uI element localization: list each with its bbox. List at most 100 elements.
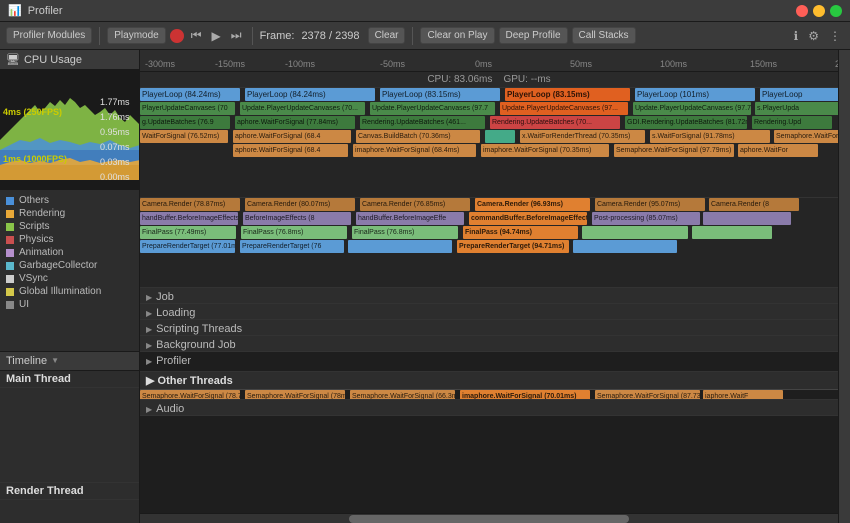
flame-bar-r4-6[interactable]: s.WaitForSignal (91.78ms)	[650, 130, 770, 143]
right-scrollbar[interactable]	[838, 50, 850, 523]
scrollbar-thumb[interactable]	[349, 515, 628, 523]
flame-bar-playerloop-4[interactable]: PlayerLoop (83.15ms)	[505, 88, 630, 101]
svg-text:0.03ms: 0.03ms	[100, 157, 130, 167]
flame-bar-r2-4[interactable]: Update.PlayerUpdateCanvases (97...	[500, 102, 628, 115]
render-bar-r4-4[interactable]: PrepareRenderTarget (94.71ms)	[457, 240, 569, 253]
render-bar-r1-1[interactable]: Camera.Render (78.87ms)	[140, 198, 240, 211]
flame-bar-playerloop-5[interactable]: PlayerLoop (101ms)	[635, 88, 755, 101]
other-bar-2[interactable]: Semaphore.WaitForSignal (78ms)	[245, 390, 345, 400]
render-bar-r3-1[interactable]: FinalPass (77.49ms)	[140, 226, 236, 239]
play-icon[interactable]: ▶	[209, 27, 224, 45]
ruler-100: 100ms	[660, 59, 687, 69]
maximize-button[interactable]	[830, 5, 842, 17]
timeline-content[interactable]: PlayerLoop (84.24ms) PlayerLoop (84.24ms…	[140, 88, 838, 513]
call-stacks-button[interactable]: Call Stacks	[572, 27, 636, 44]
svg-text:1.76ms: 1.76ms	[100, 112, 130, 122]
more-icon[interactable]: ⋮	[826, 27, 844, 45]
flame-bar-r4-3[interactable]: Canvas.BuildBatch (70.36ms)	[356, 130, 480, 143]
flame-bar-r3-1[interactable]: g.UpdateBatches (76.9	[140, 116, 230, 129]
other-threads-header: ▶ Other Threads	[140, 372, 838, 390]
flame-bar-r4-1[interactable]: WaitForSignal (76.52ms)	[140, 130, 228, 143]
flame-bar-playerloop-1[interactable]: PlayerLoop (84.24ms)	[140, 88, 240, 101]
svg-text:1ms (1000FPS): 1ms (1000FPS)	[3, 154, 67, 164]
render-bar-r4-2[interactable]: PrepareRenderTarget (76	[240, 240, 344, 253]
ruler-150: 150ms	[750, 59, 777, 69]
render-bar-r2-5[interactable]: Post-processing (85.07ms)	[592, 212, 700, 225]
render-bar-r3-4[interactable]: FinalPass (94.74ms)	[463, 226, 578, 239]
audio-header[interactable]: Audio	[140, 400, 838, 416]
render-bar-r2-1[interactable]: handBuffer.BeforeImageEffects (8	[140, 212, 238, 225]
flame-bar-r2-2[interactable]: Update.PlayerUpdateCanvases (70...	[240, 102, 365, 115]
render-bar-r3-6[interactable]	[692, 226, 772, 239]
step-back-icon[interactable]: ⏮	[188, 26, 205, 45]
flame-bar-r4-7[interactable]: Semaphore.WaitFor	[774, 130, 838, 143]
flame-bar-playerloop-2[interactable]: PlayerLoop (84.24ms)	[245, 88, 375, 101]
render-bar-r1-4[interactable]: Camera.Render (96.93ms)	[475, 198, 590, 211]
flame-bar-r3-4[interactable]: Rendering.UpdateBatches (70...	[490, 116, 620, 129]
settings-icon[interactable]: ⚙	[805, 27, 822, 45]
render-bar-r2-2[interactable]: BeforeImageEffects (8	[243, 212, 351, 225]
loading-header[interactable]: Loading	[140, 304, 838, 320]
render-thread-row: Camera.Render (78.87ms) Camera.Render (8…	[140, 198, 838, 288]
flame-bar-r2-6[interactable]: s.PlayerUpda	[755, 102, 838, 115]
info-icon[interactable]: ℹ	[791, 27, 802, 45]
close-button[interactable]	[796, 5, 808, 17]
render-bar-r1-2[interactable]: Camera.Render (80.07ms)	[245, 198, 355, 211]
flame-bar-r2-5[interactable]: Update.PlayerUpdateCanvases (97.7ms	[633, 102, 751, 115]
flame-bar-r4-4[interactable]	[485, 130, 515, 143]
flame-bar-r5-5[interactable]: aphore.WaitFor	[738, 144, 818, 157]
render-bar-r2-4[interactable]: commandBuffer.BeforeImageEffects (95.09m…	[469, 212, 587, 225]
flame-bar-r5-3[interactable]: imaphore.WaitForSignal (70.35ms)	[481, 144, 609, 157]
separator-1	[99, 27, 100, 45]
job-header[interactable]: Job	[140, 288, 838, 304]
render-bar-r1-3[interactable]: Camera.Render (76.85ms)	[360, 198, 470, 211]
flame-row-3: g.UpdateBatches (76.9 aphore.WaitForSign…	[140, 116, 838, 130]
minimize-button[interactable]	[813, 5, 825, 17]
flame-bar-r2-1[interactable]: PlayerUpdateCanvases (70	[140, 102, 235, 115]
playmode-button[interactable]: Playmode	[107, 27, 165, 44]
flame-bar-r5-4[interactable]: Semaphore.WaitForSignal (97.79ms)	[614, 144, 734, 157]
flame-bar-r3-6[interactable]: Rendering.Upd	[752, 116, 832, 129]
other-bar-3[interactable]: Semaphore.WaitForSignal (66.3ms)	[350, 390, 455, 400]
other-bar-6[interactable]: iaphore.WaitF	[703, 390, 783, 400]
flame-bar-r4-2[interactable]: aphore.WaitForSignal (68.4	[233, 130, 351, 143]
profiler-modules-button[interactable]: Profiler Modules	[6, 27, 92, 44]
profiler-header[interactable]: Profiler	[140, 352, 838, 370]
render-bar-r4-3[interactable]	[348, 240, 452, 253]
step-forward-icon[interactable]: ⏭	[228, 26, 245, 45]
render-bar-r4-5[interactable]	[573, 240, 677, 253]
render-bar-r3-5[interactable]	[582, 226, 688, 239]
flame-bar-playerloop-6[interactable]: PlayerLoop	[760, 88, 838, 101]
thread-labels: Main Thread Render Thread Job Loading Sc…	[0, 371, 139, 523]
separator-3	[412, 27, 413, 45]
render-bar-r3-2[interactable]: FinalPass (76.8ms)	[241, 226, 347, 239]
background-header[interactable]: Background Job	[140, 336, 838, 352]
legend-label-gc: GarbageCollector	[19, 260, 97, 271]
render-bar-r1-5[interactable]: Camera.Render (95.07ms)	[595, 198, 705, 211]
flame-bar-r3-3[interactable]: Rendering.UpdateBatches (461...	[360, 116, 485, 129]
other-bar-4[interactable]: imaphore.WaitForSignal (70.01ms)	[460, 390, 590, 400]
flame-bar-r2-3[interactable]: Update.PlayerUpdateCanvases (97.7	[370, 102, 495, 115]
cpu-usage-label: CPU Usage	[24, 54, 82, 66]
other-bar-5[interactable]: Semaphore.WaitForSignal (87.73ms)	[595, 390, 700, 400]
record-icon[interactable]	[170, 29, 184, 43]
ruler-200: 200ms	[835, 59, 838, 69]
render-bar-r2-3[interactable]: handBuffer.BeforeImageEffe	[356, 212, 464, 225]
render-bar-r2-6[interactable]	[703, 212, 791, 225]
render-bar-r4-1[interactable]: PrepareRenderTarget (77.01ms)	[140, 240, 235, 253]
other-bar-1[interactable]: Semaphore.WaitForSignal (78.79ms)	[140, 390, 240, 400]
flame-bar-r3-2[interactable]: aphore.WaitForSignal (77.84ms)	[235, 116, 355, 129]
flame-bar-r4-5[interactable]: x.WaitForRenderThread (70.35ms)	[520, 130, 645, 143]
clear-on-play-button[interactable]: Clear on Play	[420, 27, 494, 44]
timeline-label[interactable]: Timeline ▼	[0, 351, 139, 371]
render-bar-r1-6[interactable]: Camera.Render (8	[709, 198, 799, 211]
render-bar-r3-3[interactable]: FinalPass (76.8ms)	[352, 226, 458, 239]
deep-profile-button[interactable]: Deep Profile	[499, 27, 568, 44]
bottom-scrollbar[interactable]	[140, 513, 838, 523]
flame-bar-r5-1[interactable]: aphore.WaitForSignal (68.4	[233, 144, 348, 157]
flame-bar-r5-2[interactable]: imaphore.WaitForSignal (68.4ms)	[353, 144, 476, 157]
clear-button[interactable]: Clear	[368, 27, 406, 44]
scripting-header[interactable]: Scripting Threads	[140, 320, 838, 336]
flame-bar-r3-5[interactable]: GDI.Rendering.UpdateBatches (81.72ms)	[625, 116, 747, 129]
flame-bar-playerloop-3[interactable]: PlayerLoop (83.15ms)	[380, 88, 500, 101]
